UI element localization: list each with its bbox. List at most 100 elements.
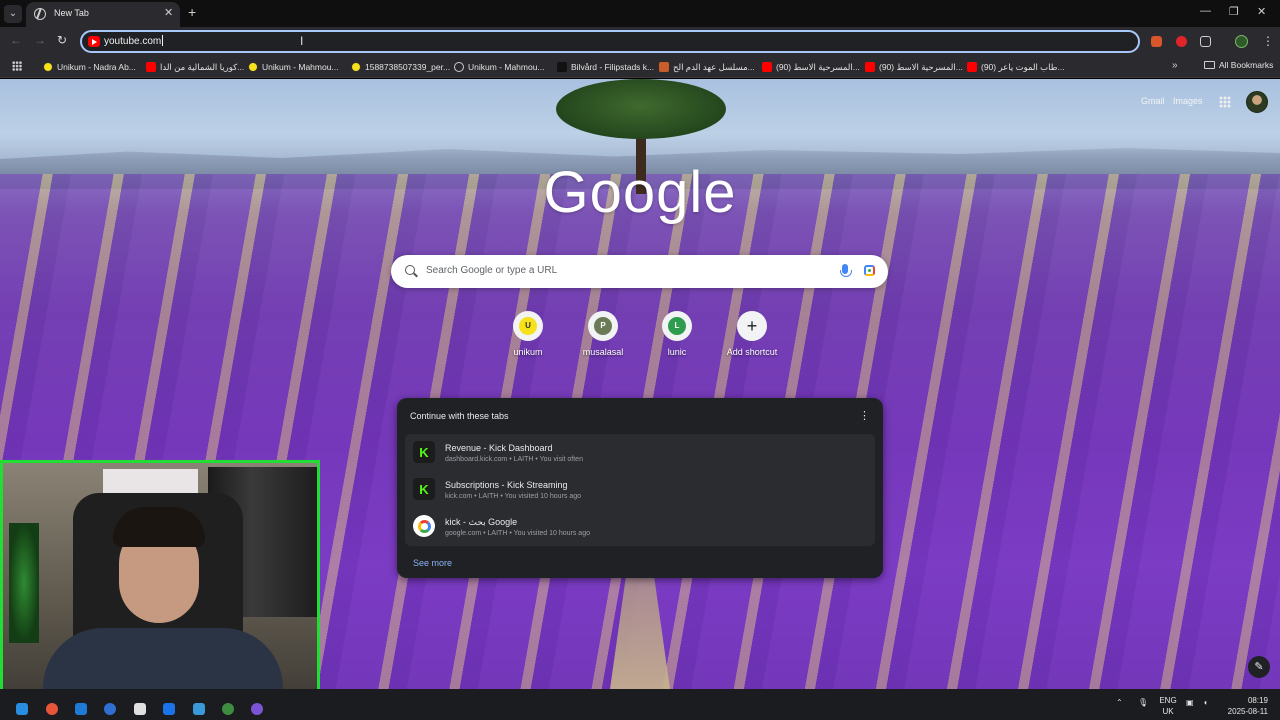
continue-tabs-title: Continue with these tabs [410,411,509,421]
clock[interactable]: 08:19 2025-08-11 [1222,695,1268,717]
continue-tabs-card: Continue with these tabs ⋮ K Revenue - K… [397,398,883,578]
shortcut-icon-frame: L [662,311,692,341]
address-bar-text: youtube.com [104,35,164,47]
bookmark-item[interactable]: (90) المسرحية الاسط... [865,60,963,74]
unikum-icon [351,62,361,72]
extensions-puzzle-icon[interactable] [1200,36,1211,47]
bookmark-item[interactable]: كوريا الشمالية من الدا... [146,60,244,74]
webcam-person-hair [113,507,205,547]
gmail-link[interactable]: Gmail [1141,96,1165,106]
toolbar: ← → ↻ youtube.com ⋮ [0,27,1280,56]
clock-time: 08:19 [1247,696,1268,705]
microphone-tray-icon[interactable]: 🎙 [1138,698,1148,707]
bookmark-item[interactable]: مسلسل عهد الدم الح... [659,60,755,74]
text-caret [162,35,164,46]
tray-overflow-icon[interactable]: ⌃ [1116,698,1123,707]
taskbar-app-icon[interactable] [46,703,58,715]
youtube-icon [88,36,100,47]
extension-red-icon[interactable] [1176,36,1187,47]
volume-icon[interactable]: ◖ [1203,698,1208,707]
tab-new-tab[interactable]: New Tab ✕ [26,2,180,27]
forward-button[interactable]: → [34,33,46,47]
bookmark-item[interactable]: Unikum - Mahmou... [248,60,339,74]
youtube-icon [967,62,977,72]
bookmark-item[interactable]: 1588738507339_per... [351,60,450,74]
list-item[interactable]: K Revenue - Kick Dashboard dashboard.kic… [405,434,875,471]
shortcut-label: lunic [667,347,687,357]
address-bar[interactable]: youtube.com [80,30,1140,53]
bookmarks-overflow-icon[interactable]: » [1172,60,1178,71]
kick-logo-glyph: K [419,481,429,497]
taskbar-app-icon[interactable] [193,703,205,715]
text-cursor-icon: I [300,34,304,48]
list-item[interactable]: kick - بحث Google google.com • LAITH • Y… [405,508,875,545]
search-placeholder: Search Google or type a URL [426,265,558,276]
microphone-icon[interactable] [840,264,852,277]
images-link[interactable]: Images [1173,96,1203,106]
shortcut-musalasal[interactable]: P musalasal [568,311,638,357]
new-tab-button[interactable]: + [188,4,196,20]
minimize-icon[interactable]: — [1200,5,1211,17]
restore-icon[interactable]: ❐ [1229,5,1239,18]
shortcut-label: musalasal [582,347,624,357]
start-icon[interactable] [16,703,28,715]
background-tree-canopy [556,79,726,139]
card-menu-icon[interactable]: ⋮ [859,409,870,422]
search-icon [405,265,415,275]
bookmark-item[interactable]: Bilvård - Filipstads k... [557,60,654,74]
language-top: ENG [1159,696,1177,705]
chrome-taskbar-icon[interactable] [222,703,234,715]
continue-tabs-list: K Revenue - Kick Dashboard dashboard.kic… [405,434,875,546]
list-item[interactable]: K Subscriptions - Kick Streaming kick.co… [405,471,875,508]
youtube-icon [146,62,156,72]
shortcut-unikum[interactable]: U unikum [493,311,563,357]
kick-logo-glyph: K [419,444,429,460]
reload-button[interactable]: ↻ [57,33,67,47]
globe-icon [454,62,464,72]
taskbar-app-icon[interactable] [251,703,263,715]
google-apps-icon[interactable] [1219,96,1231,108]
profile-avatar[interactable] [1246,91,1268,113]
musalasal-icon: P [594,317,612,335]
shortcut-icon-frame: + [737,311,767,341]
back-button[interactable]: ← [10,33,22,47]
google-lens-icon[interactable] [864,265,875,276]
see-more-link[interactable]: See more [413,558,452,568]
shortcut-label: unikum [513,347,543,357]
customize-pencil-icon[interactable]: ✎ [1248,656,1270,678]
network-icon[interactable]: ▣ [1186,698,1194,707]
item-subtitle: google.com • LAITH • You visited 10 hour… [445,530,590,537]
shortcut-lunic[interactable]: L lunic [642,311,712,357]
bookmark-item[interactable]: (90) المسرحية الاسط... [762,60,860,74]
all-bookmarks-button[interactable]: All Bookmarks [1204,60,1273,70]
language-indicator[interactable]: ENG UK [1157,695,1179,717]
close-window-icon[interactable]: ✕ [1257,5,1266,18]
bookmark-label: (90) طاب الموت ياعر... [981,61,1065,72]
apps-grid-icon[interactable] [12,61,22,71]
taskbar-app-icon[interactable] [134,703,146,715]
extension-fox-icon[interactable] [1151,36,1162,47]
unikum-icon [248,62,258,72]
unikum-icon [43,62,53,72]
tab-strip: ⌄ New Tab ✕ + — ❐ ✕ [0,0,1280,27]
plus-icon: + [746,316,758,336]
taskbar-app-icon[interactable] [163,703,175,715]
kick-icon: K [413,441,435,463]
item-subtitle: dashboard.kick.com • LAITH • You visit o… [445,456,583,463]
bookmark-item[interactable]: Unikum - Nadra Ab... [43,60,136,74]
tab-search-button[interactable]: ⌄ [4,5,22,23]
profile-avatar-icon[interactable] [1235,35,1248,48]
bookmark-item[interactable]: Unikum - Mahmou... [454,60,545,74]
taskbar-app-icon[interactable] [104,703,116,715]
bookmarks-bar: Unikum - Nadra Ab... كوريا الشمالية من ا… [0,56,1280,78]
taskbar: ⌃ 🎙 ENG UK ▣ ◖ 08:19 2025-08-11 [0,689,1280,720]
bookmark-item[interactable]: (90) طاب الموت ياعر... [967,60,1065,74]
add-shortcut-button[interactable]: + Add shortcut [717,311,787,357]
close-tab-icon[interactable]: ✕ [164,6,173,19]
search-box[interactable]: Search Google or type a URL [391,255,888,288]
taskbar-app-icon[interactable] [75,703,87,715]
series-site-icon [659,62,669,72]
bookmark-label: (90) المسرحية الاسط... [776,61,860,72]
chrome-menu-icon[interactable]: ⋮ [1262,34,1274,48]
bookmark-label: 1588738507339_per... [365,62,451,72]
